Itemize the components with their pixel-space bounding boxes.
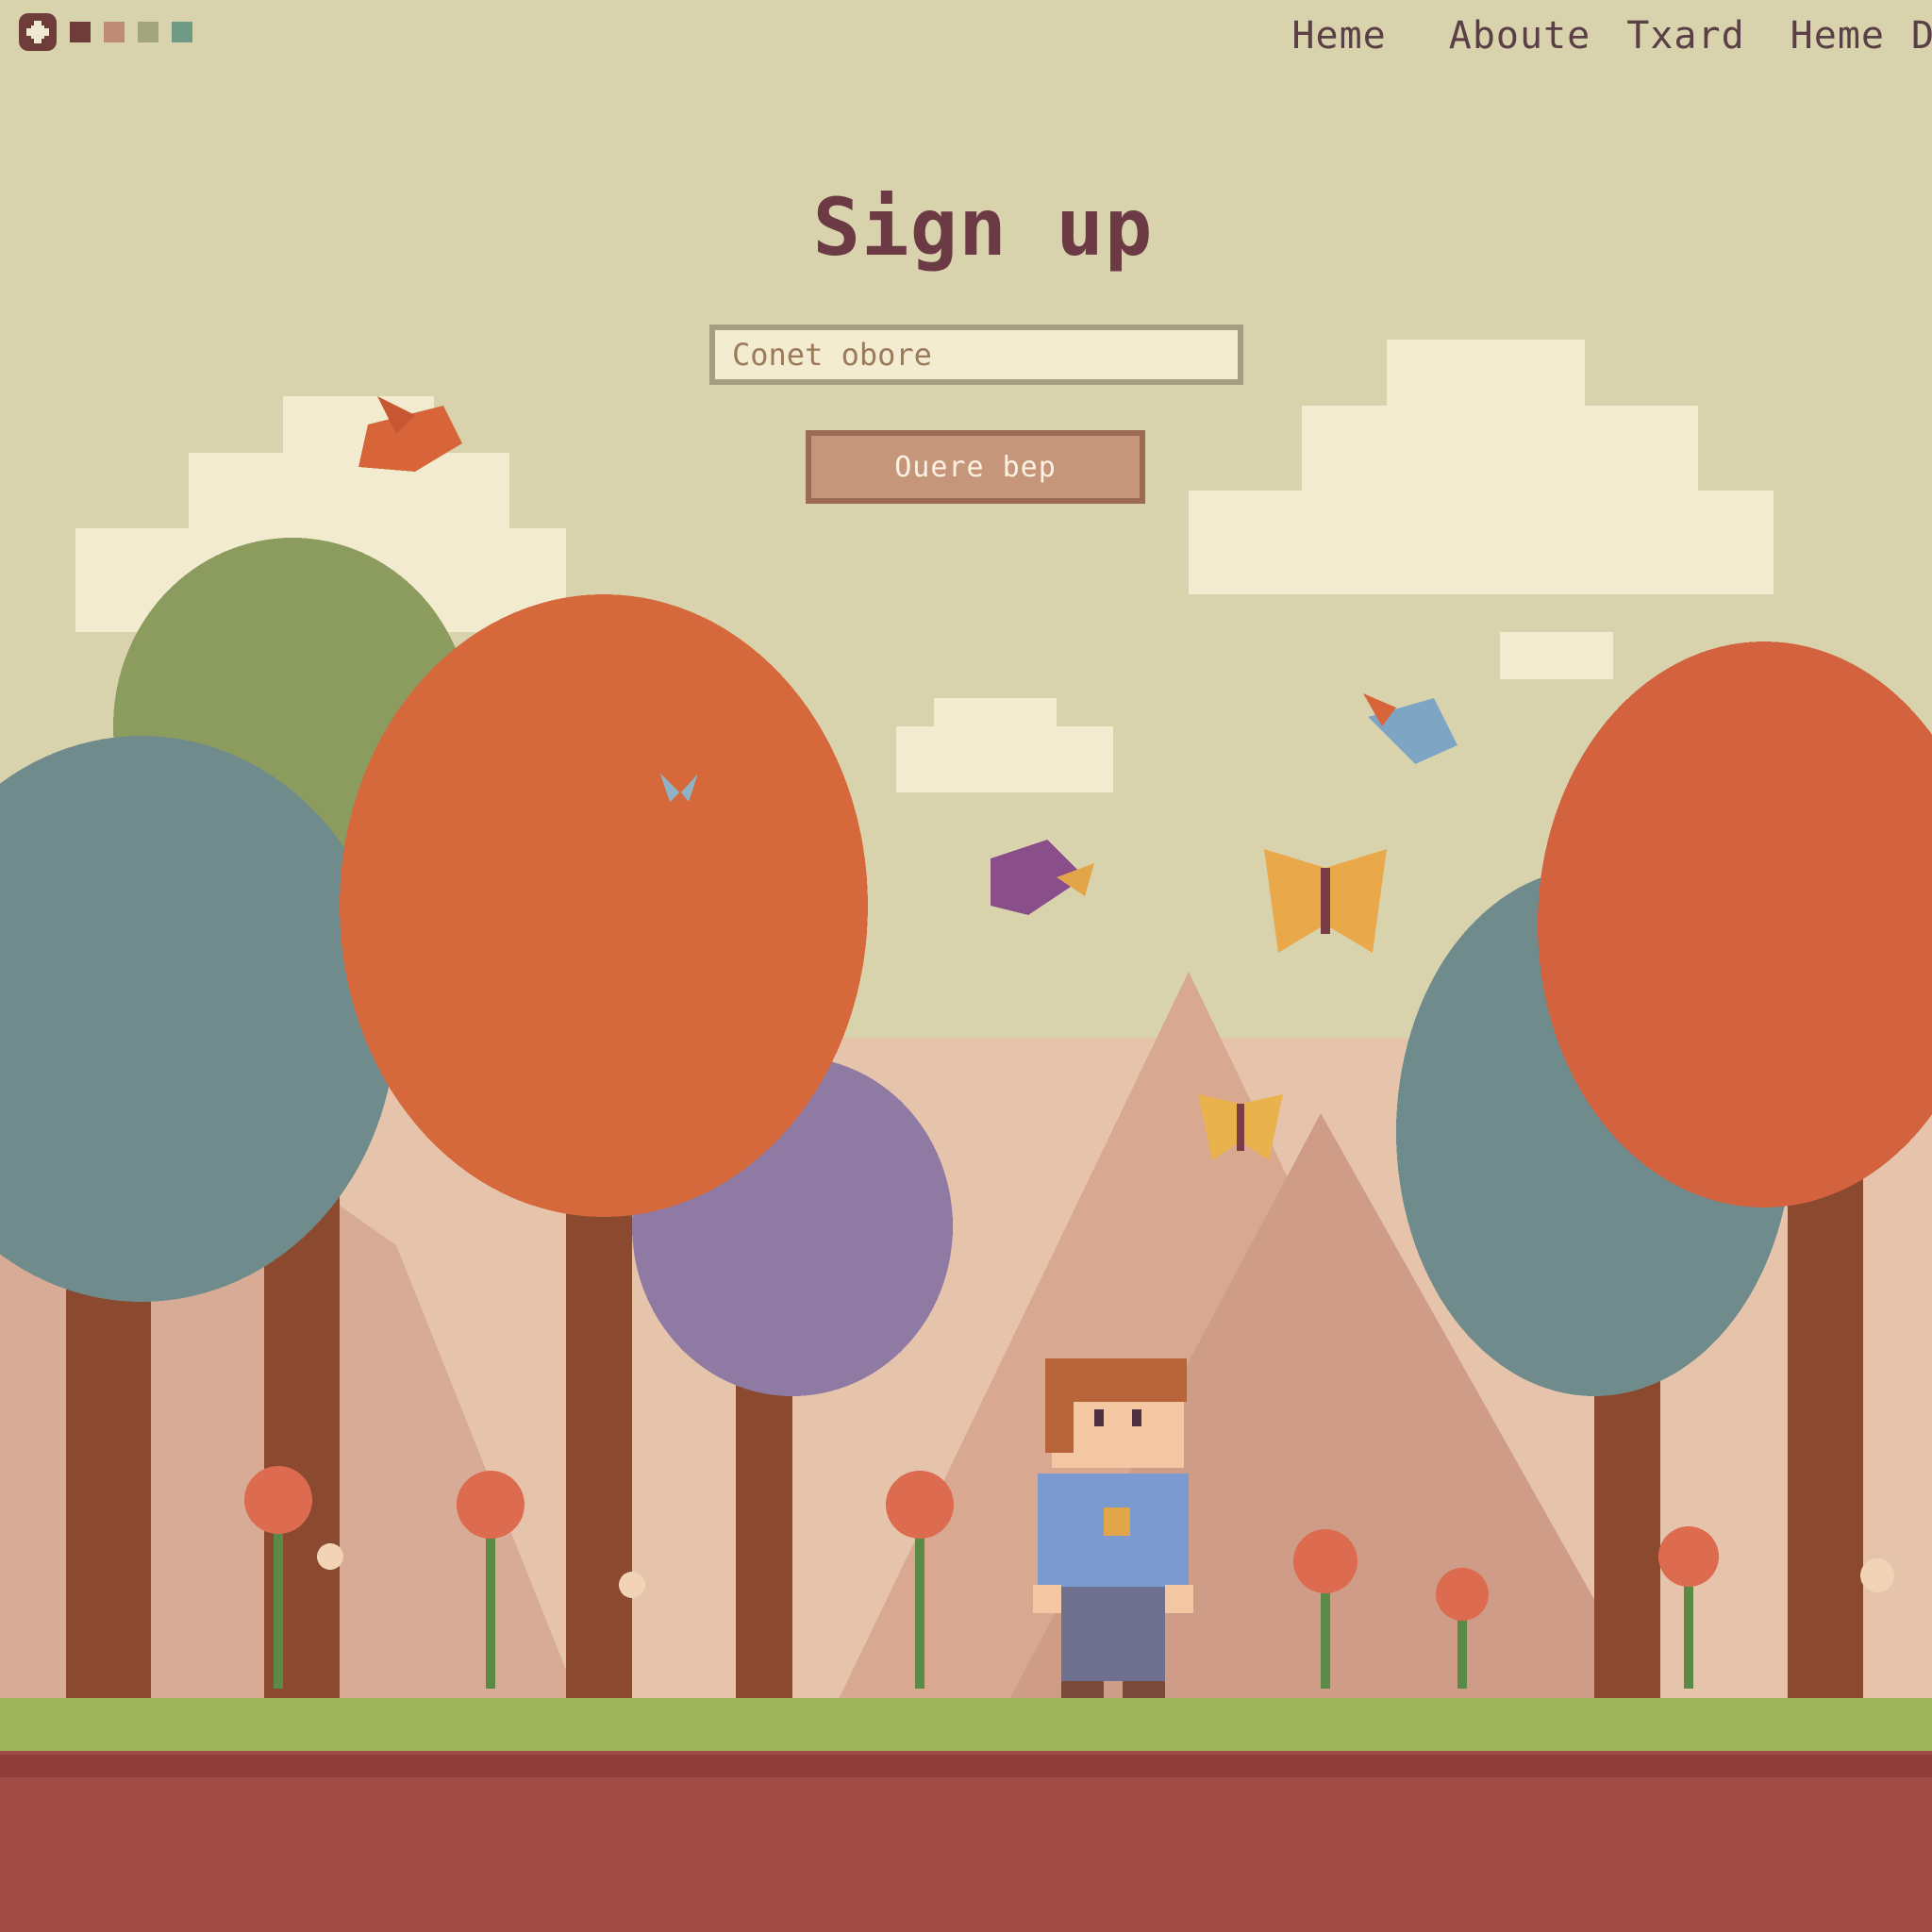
nav-link-aboute[interactable]: Aboute xyxy=(1449,13,1591,58)
color-swatch xyxy=(172,22,192,42)
pixel-landscape-scene xyxy=(0,0,1932,1932)
color-swatch xyxy=(138,22,158,42)
signup-input[interactable] xyxy=(709,325,1243,385)
nav-link-heme-2[interactable]: Heme xyxy=(1790,13,1885,58)
pixel-flower-icon xyxy=(19,13,57,51)
soil-band xyxy=(0,1751,1932,1932)
site-logo[interactable] xyxy=(19,13,192,51)
nav-link-heme[interactable]: Heme xyxy=(1291,13,1386,58)
soil-shadow xyxy=(0,1755,1932,1777)
submit-button[interactable]: Ouere bep xyxy=(806,430,1145,504)
color-swatch xyxy=(104,22,125,42)
butterfly-icon xyxy=(1198,1094,1283,1160)
nav-link-truncated[interactable]: D xyxy=(1911,13,1932,58)
page-title: Sign up xyxy=(812,181,1154,274)
color-swatch xyxy=(70,22,91,42)
nav-link-txard[interactable]: Txard xyxy=(1626,13,1744,58)
main-nav: Heme Aboute Txard Heme D xyxy=(1291,13,1932,58)
grass-strip xyxy=(0,1698,1932,1751)
